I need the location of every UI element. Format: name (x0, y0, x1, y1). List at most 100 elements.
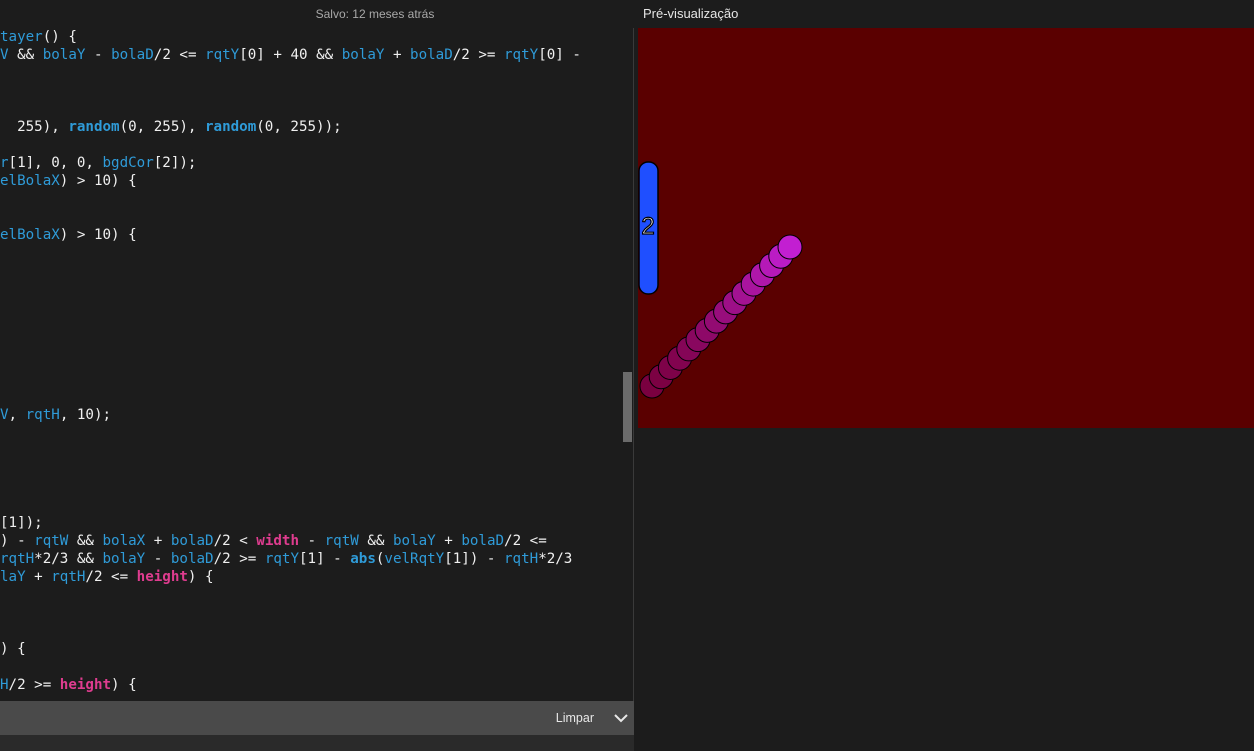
code-token: ) - (0, 533, 35, 549)
code-line[interactable]: elBolaX) > 10) { (0, 226, 137, 244)
code-token: () { (42, 29, 77, 45)
code-token: + (384, 47, 411, 63)
code-token: 255), (0, 119, 69, 135)
code-token: (0, 255), (119, 119, 206, 135)
code-token: + (435, 533, 462, 549)
code-token: [0] + 40 && (239, 47, 342, 63)
code-token: random (205, 119, 257, 135)
code-token: velRqtY (384, 551, 445, 567)
code-token: elBolaX (0, 173, 60, 189)
code-token: /2 >= (213, 551, 265, 567)
sketch-preview[interactable]: 2 (638, 28, 1254, 428)
code-token: [1]); (0, 515, 43, 531)
ball (777, 234, 803, 260)
code-token: V (0, 47, 9, 63)
code-token: rqtH (25, 407, 60, 423)
code-token: elBolaX (0, 227, 60, 243)
console-output (0, 735, 634, 751)
code-token: && (358, 533, 393, 549)
code-token: + (25, 569, 52, 585)
code-line[interactable]: rqtH*2/3 && bolaY - bolaD/2 >= rqtY[1] -… (0, 550, 572, 568)
code-token: width (256, 533, 300, 549)
code-token: bolaD (170, 533, 214, 549)
code-line[interactable]: ) { (0, 640, 26, 658)
code-token: (0, 255)); (256, 119, 342, 135)
code-token: [2]); (153, 155, 197, 171)
code-token: ) { (111, 677, 137, 693)
code-token: height (136, 569, 188, 585)
code-token: abs (350, 551, 376, 567)
code-token: - (85, 47, 112, 63)
code-token: ) > 10) { (59, 173, 137, 189)
code-token: rqtY (264, 551, 299, 567)
code-token: /2 <= (153, 47, 206, 63)
code-token: rqtW (324, 533, 359, 549)
code-token: + (145, 533, 171, 549)
code-token: V (0, 407, 9, 423)
code-line[interactable]: [1]); (0, 514, 43, 532)
score-label: 2 (641, 213, 654, 240)
code-token: bolaY (42, 47, 86, 63)
code-line[interactable]: r[1], 0, 0, bgdCor[2]); (0, 154, 196, 172)
code-token: /2 >= (8, 677, 60, 693)
code-token: rqtH (504, 551, 539, 567)
code-token: ) { (0, 641, 26, 657)
code-token: bolaY (392, 533, 436, 549)
code-line[interactable]: H/2 >= height) { (0, 676, 137, 694)
code-token: laY (0, 569, 26, 585)
code-line[interactable]: laY + rqtH/2 <= height) { (0, 568, 214, 586)
code-token: bolaD (461, 533, 505, 549)
code-token: random (68, 119, 120, 135)
code-token: [1]) - (444, 551, 505, 567)
code-token: - (299, 533, 325, 549)
canvas-background (638, 28, 1254, 428)
code-line[interactable]: tayer() { (0, 28, 77, 46)
code-line[interactable]: V && bolaY - bolaD/2 <= rqtY[0] + 40 && … (0, 46, 581, 64)
code-token: tayer (0, 29, 43, 45)
code-line[interactable]: 255), random(0, 255), random(0, 255)); (0, 118, 342, 136)
code-line[interactable]: V, rqtH, 10); (0, 406, 111, 424)
code-token: rqtH (0, 551, 35, 567)
code-token: /2 < (213, 533, 257, 549)
code-token: *2/3 (538, 551, 573, 567)
code-token: height (59, 677, 112, 693)
code-token: r (0, 155, 9, 171)
code-editor[interactable]: tayer() {V && bolaY - bolaD/2 <= rqtY[0]… (0, 28, 634, 701)
top-bar: Salvo: 12 meses atrás Pré-visualização (0, 0, 1254, 28)
code-token: *2/3 && (34, 551, 103, 567)
save-status: Salvo: 12 meses atrás (315, 7, 435, 21)
code-token: /2 >= (452, 47, 505, 63)
code-token: [0] - (538, 47, 581, 63)
code-token: bolaX (102, 533, 146, 549)
code-token: ) { (187, 569, 214, 585)
code-token: bolaY (102, 551, 146, 567)
preview-title: Pré-visualização (643, 6, 739, 21)
code-token: , 10); (59, 407, 112, 423)
console-clear-button[interactable]: Limpar (556, 711, 594, 725)
console-bar: Limpar (0, 701, 634, 735)
code-token: /2 <= (504, 533, 547, 549)
code-token: , (8, 407, 26, 423)
code-token: - (145, 551, 171, 567)
code-token: bolaY (341, 47, 385, 63)
code-token: rqtW (34, 533, 69, 549)
code-token: H (0, 677, 9, 693)
code-line[interactable]: ) - rqtW && bolaX + bolaD/2 < width - rq… (0, 532, 547, 550)
code-token: bolaD (410, 47, 453, 63)
code-token: && (8, 47, 43, 63)
code-token: bolaD (170, 551, 214, 567)
code-line[interactable]: elBolaX) > 10) { (0, 172, 137, 190)
code-token: rqtY (205, 47, 240, 63)
code-token: rqtH (51, 569, 86, 585)
code-token: bolaD (111, 47, 154, 63)
sketch-canvas[interactable]: 2 (638, 28, 1254, 428)
editor-scrollbar-thumb[interactable] (623, 372, 632, 442)
code-token: bgdCor (102, 155, 154, 171)
code-token: [1] - (299, 551, 351, 567)
code-token: rqtY (504, 47, 539, 63)
code-token: ) > 10) { (59, 227, 137, 243)
code-token: && (68, 533, 103, 549)
code-token: [1], 0, 0, (8, 155, 103, 171)
code-token: /2 <= (85, 569, 137, 585)
chevron-down-icon[interactable] (613, 710, 629, 726)
